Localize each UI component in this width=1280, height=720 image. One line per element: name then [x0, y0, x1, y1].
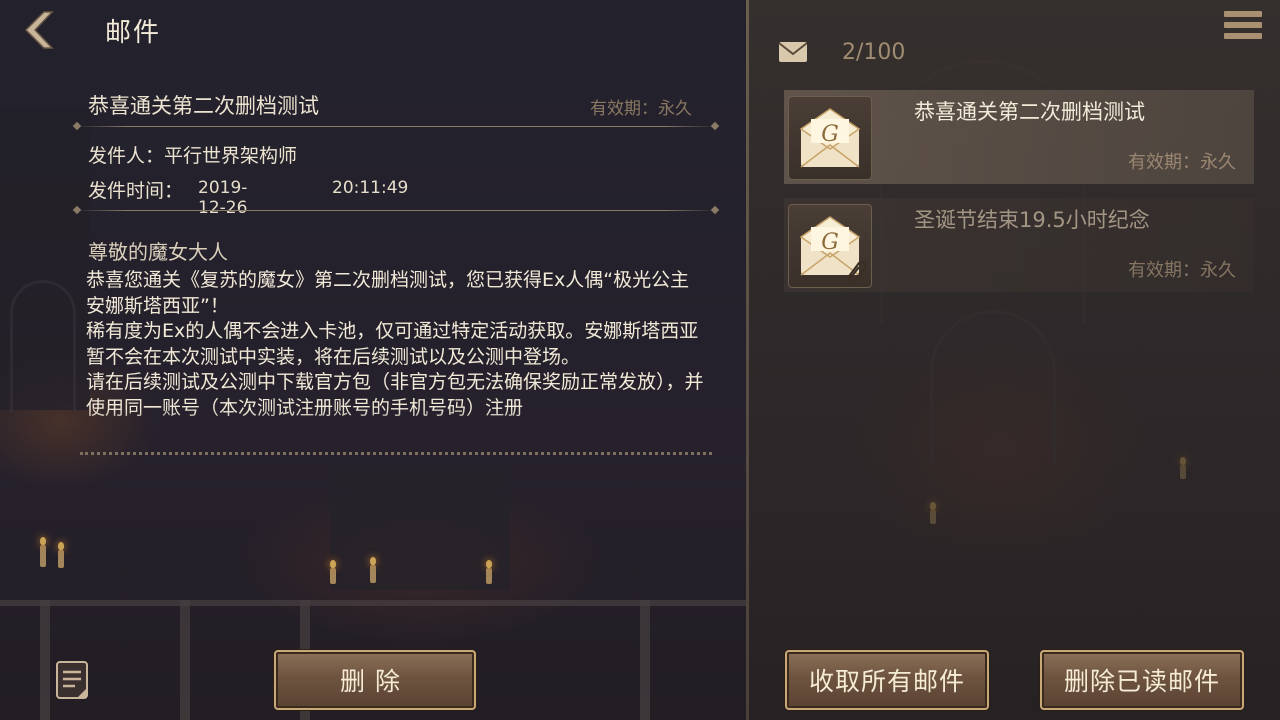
delete-read-button[interactable]: 删除已读邮件 — [1040, 650, 1244, 710]
sender-name: 平行世界架构师 — [164, 145, 298, 167]
svg-text:G: G — [821, 230, 839, 255]
delete-button[interactable]: 删除 — [274, 650, 476, 710]
mail-item-title: 恭喜通关第二次删档测试 — [914, 100, 1145, 124]
mail-body: 恭喜您通关《复苏的魔女》第二次删档测试，您已获得Ex人偶“极光公主安娜斯塔西亚”… — [86, 269, 704, 419]
envelope-icon — [778, 40, 808, 64]
mail-count: 2/100 — [842, 40, 906, 65]
divider-line — [72, 121, 720, 131]
send-time-label: 发件时间： — [88, 180, 184, 202]
panel-divider — [746, 0, 749, 720]
mail-list-item[interactable]: G 恭喜通关第二次删档测试 有效期：永久 — [784, 90, 1254, 184]
sender-label: 发件人： — [88, 145, 165, 167]
notes-icon[interactable] — [55, 660, 89, 700]
dotted-divider — [80, 452, 712, 455]
hamburger-menu-icon[interactable] — [1224, 11, 1262, 45]
chevron-left-icon — [24, 11, 54, 49]
send-date: 2019-12-26 — [198, 178, 248, 218]
svg-text:G: G — [821, 122, 839, 147]
sender-row: 发件人：平行世界架构师 — [88, 141, 297, 168]
mail-item-title: 圣诞节结束19.5小时纪念 — [914, 208, 1150, 232]
collect-all-button[interactable]: 收取所有邮件 — [785, 650, 989, 710]
mail-body-scroll[interactable]: 恭喜您通关《复苏的魔女》第二次删档测试，您已获得Ex人偶“极光公主安娜斯塔西亚”… — [86, 268, 706, 448]
mail-item-validity: 有效期：永久 — [1128, 260, 1236, 281]
mail-list-item[interactable]: G 圣诞节结束19.5小时纪念 有效期：永久 — [784, 198, 1254, 292]
letter-attachment-icon: G — [788, 204, 872, 288]
divider-line — [72, 205, 720, 215]
back-button[interactable] — [18, 10, 58, 50]
send-time-row: 发件时间： 2019-12-26 20:11:49 — [88, 176, 408, 218]
mail-item-validity: 有效期：永久 — [1128, 152, 1236, 173]
open-letter-icon: G — [788, 96, 872, 180]
mail-greeting: 尊敬的魔女大人 — [88, 240, 228, 264]
page-title: 邮件 — [105, 18, 162, 48]
mail-subject: 恭喜通关第二次删档测试 — [88, 94, 319, 118]
send-time: 20:11:49 — [332, 178, 409, 198]
mail-validity: 有效期：永久 — [590, 99, 692, 119]
